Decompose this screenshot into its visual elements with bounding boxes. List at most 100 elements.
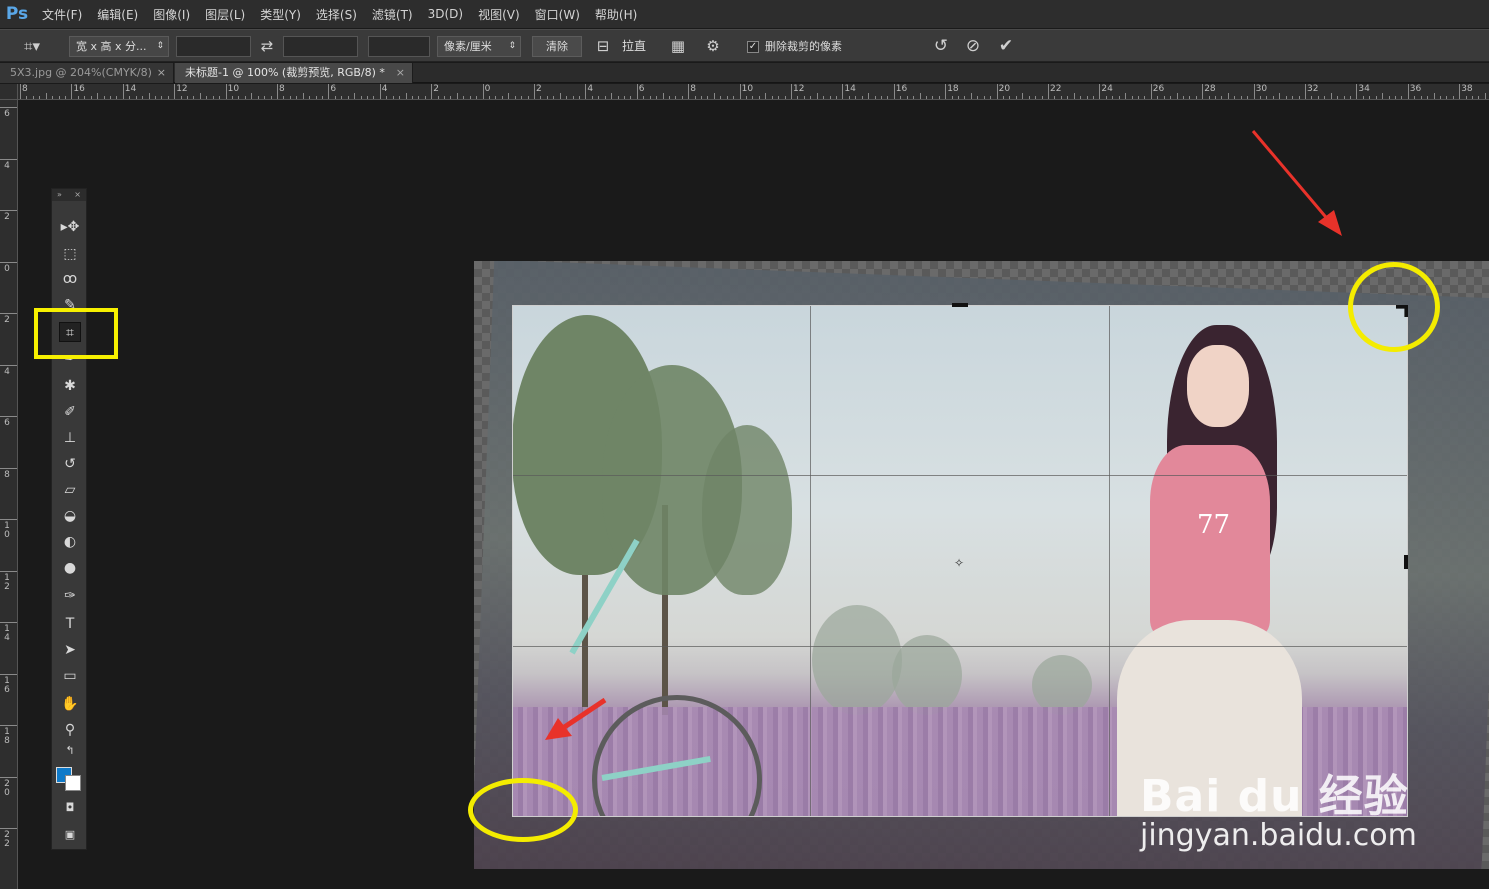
- menu-3d[interactable]: 3D(D): [420, 7, 470, 21]
- ruler-minor-tick: [309, 96, 311, 99]
- swap-colors-icon[interactable]: ↰: [59, 741, 81, 761]
- ruler-minor-tick: [630, 96, 632, 99]
- close-icon[interactable]: ×: [74, 189, 81, 201]
- ruler-minor-tick: [784, 96, 786, 99]
- menu-image[interactable]: 图像(I): [145, 6, 197, 23]
- ruler-minor-tick: [874, 96, 876, 99]
- lasso-tool-icon[interactable]: ꝏ: [59, 269, 81, 289]
- menu-window[interactable]: 窗口(W): [527, 6, 587, 23]
- ruler-label: 6: [4, 418, 10, 428]
- collapse-icon[interactable]: »: [57, 189, 62, 201]
- straighten-label[interactable]: 拉直: [622, 36, 662, 57]
- stamp-tool-icon[interactable]: ⊥: [59, 428, 81, 448]
- paint-bucket-tool-icon[interactable]: ◒: [59, 506, 81, 526]
- ruler-minor-tick: [187, 96, 189, 99]
- ruler-corner: [0, 84, 18, 100]
- ruler-tick: [71, 84, 73, 99]
- ruler-minor-tick: [617, 96, 619, 99]
- ruler-label: 22: [1050, 84, 1062, 94]
- ruler-minor-tick: [1439, 96, 1441, 99]
- pen-tool-icon[interactable]: ✑: [59, 586, 81, 606]
- crop-handle-right[interactable]: [1404, 555, 1408, 569]
- zoom-tool-icon[interactable]: ⚲: [59, 720, 81, 740]
- ratio-select[interactable]: 宽 x 高 x 分... ⇕: [69, 36, 169, 57]
- ruler-label: 24: [1101, 84, 1113, 94]
- ruler-minor-tick: [97, 93, 99, 99]
- menu-type[interactable]: 类型(Y): [252, 6, 308, 23]
- resolution-field[interactable]: [368, 36, 430, 57]
- unit-select[interactable]: 像素/厘米 ⇕: [437, 36, 521, 57]
- menu-filter[interactable]: 滤镜(T): [364, 6, 420, 23]
- ruler-minor-tick: [553, 96, 555, 99]
- ruler-label: 2 0: [4, 778, 10, 798]
- ruler-minor-tick: [1292, 96, 1294, 99]
- ruler-label: 8: [4, 469, 10, 480]
- screen-mode-icon[interactable]: ▣: [59, 825, 81, 845]
- healing-tool-icon[interactable]: ✱: [59, 376, 81, 396]
- ruler-minor-tick: [219, 96, 221, 99]
- menu-help[interactable]: 帮助(H): [587, 6, 644, 23]
- background-color-swatch[interactable]: [65, 775, 81, 791]
- ruler-label: 4: [587, 84, 594, 94]
- move-tool-icon[interactable]: ▸✥: [59, 217, 81, 237]
- ruler-minor-tick: [521, 96, 523, 99]
- gear-icon[interactable]: ⚙: [702, 36, 724, 57]
- reset-icon[interactable]: ↺: [930, 36, 952, 57]
- menu-view[interactable]: 视图(V): [470, 6, 527, 23]
- tab-untitled[interactable]: 未标题-1 @ 100% (裁剪预览, RGB/8) * ×: [175, 63, 413, 83]
- menu-file[interactable]: 文件(F): [34, 6, 89, 23]
- crop-handle-top[interactable]: [952, 303, 968, 307]
- ruler-minor-tick: [990, 96, 992, 99]
- brush-tool-icon[interactable]: ✐: [59, 402, 81, 422]
- ruler-minor-tick: [58, 96, 60, 99]
- delete-pixels-option[interactable]: ✓ 删除裁剪的像素: [747, 36, 867, 57]
- ruler-minor-tick: [354, 93, 356, 99]
- toolbox-header[interactable]: » ×: [52, 189, 86, 201]
- menu-select[interactable]: 选择(S): [308, 6, 364, 23]
- close-icon[interactable]: ×: [396, 63, 405, 83]
- height-field[interactable]: [283, 36, 358, 57]
- straighten-icon[interactable]: ⊟: [593, 36, 613, 57]
- eraser-tool-icon[interactable]: ▱: [59, 480, 81, 500]
- menu-layer[interactable]: 图层(L): [197, 6, 252, 23]
- quick-mask-icon[interactable]: ◘: [59, 798, 81, 818]
- tab-5x3[interactable]: 5X3.jpg @ 204%(CMYK/8) ×: [0, 63, 174, 83]
- ruler-tick: [277, 84, 278, 99]
- ruler-minor-tick: [161, 96, 163, 99]
- ruler-tick: [0, 519, 17, 520]
- ruler-minor-tick: [816, 93, 818, 99]
- ruler-minor-tick: [887, 96, 889, 99]
- rectangle-tool-icon[interactable]: ▭: [59, 666, 81, 686]
- crop-center-icon[interactable]: ✧: [954, 556, 964, 570]
- close-icon[interactable]: ×: [157, 63, 166, 83]
- clear-button[interactable]: 清除: [532, 36, 582, 57]
- menu-edit[interactable]: 编辑(E): [89, 6, 145, 23]
- ruler-minor-tick: [1260, 96, 1262, 99]
- swap-icon[interactable]: ⇄: [257, 36, 277, 57]
- commit-icon[interactable]: ✔: [995, 36, 1017, 57]
- baidu-watermark-logo: Bai du 经验: [1140, 771, 1409, 822]
- path-select-tool-icon[interactable]: ➤: [59, 640, 81, 660]
- width-field[interactable]: [176, 36, 251, 57]
- crop-preset-icon[interactable]: ⌗▾: [20, 36, 44, 57]
- blur-tool-icon[interactable]: ◐: [59, 532, 81, 552]
- cancel-icon[interactable]: ⊘: [962, 36, 984, 57]
- ruler-label: 6: [638, 84, 645, 94]
- highlight-top-right-corner: [1348, 262, 1440, 352]
- ruler-minor-tick: [1324, 96, 1326, 99]
- ruler-minor-tick: [1009, 96, 1011, 99]
- ruler-minor-tick: [707, 96, 709, 99]
- marquee-tool-icon[interactable]: ⬚: [59, 244, 81, 264]
- history-brush-tool-icon[interactable]: ↺: [59, 454, 81, 474]
- ruler-tick: [122, 84, 124, 99]
- dodge-tool-icon[interactable]: ●: [59, 558, 81, 578]
- toolbox-panel: » × ▸✥ ⬚ ꝏ ✎ ⌗ ✒ ✱ ✐ ⊥ ↺ ▱ ◒ ◐ ● ✑ T ➤ ▭ ✋ ⚲ ↰ ◘ ▣: [51, 188, 87, 850]
- delete-pixels-checkbox[interactable]: ✓: [747, 41, 759, 53]
- unit-select-value: 像素/厘米: [444, 40, 492, 53]
- hand-tool-icon[interactable]: ✋: [59, 694, 81, 714]
- ruler-minor-tick: [681, 96, 683, 99]
- type-tool-icon[interactable]: T: [59, 614, 81, 634]
- ruler-label: 1 6: [4, 675, 10, 695]
- ruler-minor-tick: [559, 93, 561, 99]
- overlay-grid-icon[interactable]: ▦: [667, 36, 689, 57]
